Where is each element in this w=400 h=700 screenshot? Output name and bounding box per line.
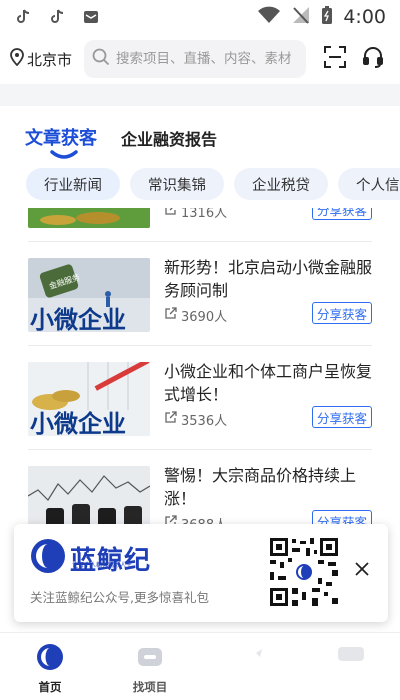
article-views: 1316人 xyxy=(181,208,228,221)
brand-tagline: 让每个人都有精彩人生 xyxy=(72,562,133,569)
chip-knowledge[interactable]: 常识集锦 xyxy=(130,168,224,200)
share-button[interactable]: 分享获客 xyxy=(311,208,372,220)
nav-label: 找项目 xyxy=(132,680,168,694)
city-selector[interactable]: 北京市 xyxy=(10,48,72,70)
share-count-icon xyxy=(164,307,177,324)
article-title: 新形势！北京启动小微金融服务顾问制 xyxy=(164,258,373,300)
header-divider xyxy=(0,84,400,106)
share-count-icon xyxy=(164,208,177,220)
thumb-caption: 小微企业 xyxy=(30,410,126,436)
chip-industry-news[interactable]: 行业新闻 xyxy=(26,168,120,200)
article-views: 3690人 xyxy=(181,310,228,325)
search-input[interactable] xyxy=(116,51,299,67)
location-pin-icon xyxy=(10,48,24,70)
article-title: 警惕！大宗商品价格持续上涨！ xyxy=(164,466,357,508)
article-thumbnail xyxy=(28,208,150,228)
city-label: 北京市 xyxy=(27,50,73,69)
status-bar: 4:00 xyxy=(0,0,400,34)
close-icon xyxy=(354,561,370,581)
promo-text: 关注蓝鲸纪公众号,更多惊喜礼包 xyxy=(30,590,209,605)
list-item[interactable]: 1316人 分享获客 xyxy=(28,208,372,242)
chip-personal[interactable]: 个人信 xyxy=(338,168,400,200)
chip-enterprise-tax-loan[interactable]: 企业税贷 xyxy=(234,168,328,200)
article-thumbnail: 小微企业 xyxy=(28,362,150,436)
qr-code xyxy=(268,536,340,608)
home-icon xyxy=(36,643,64,675)
article-title: 小微企业和个体工商户呈恢复式增长！ xyxy=(164,362,373,404)
placeholder-icon xyxy=(236,643,264,675)
category-chips: 行业新闻 常识集锦 企业税贷 个人信 xyxy=(0,168,400,208)
tiktok-icon xyxy=(48,8,66,26)
no-signal-icon xyxy=(291,6,311,28)
share-count-icon xyxy=(164,411,177,428)
nav-item-4[interactable] xyxy=(320,643,380,679)
whale-logo-icon xyxy=(30,538,66,578)
thumb-caption: 小微企业 xyxy=(30,306,126,332)
wifi-icon xyxy=(257,6,281,28)
article-meta: 3690人 xyxy=(164,306,227,325)
article-meta: 3536人 xyxy=(164,410,227,429)
tab-article-acquisition[interactable]: 文章获客 xyxy=(25,124,97,150)
scan-button[interactable] xyxy=(320,44,350,74)
follow-promo-card[interactable]: 蓝鲸纪 让每个人都有精彩人生 关注蓝鲸纪公众号,更多惊喜礼包 xyxy=(14,524,388,622)
tab-financing-report[interactable]: 企业融资报告 xyxy=(121,126,217,150)
bottom-navigation: 首页 找项目 xyxy=(0,632,400,700)
article-thumbnail: 金融服务 小微企业 xyxy=(28,258,150,332)
customer-service-button[interactable] xyxy=(358,44,388,74)
article-views: 3536人 xyxy=(181,414,228,429)
nav-find-project[interactable]: 找项目 xyxy=(120,643,180,695)
headset-icon xyxy=(362,46,384,72)
tiktok-icon xyxy=(14,8,32,26)
scan-icon xyxy=(324,46,347,72)
mail-icon xyxy=(82,8,100,26)
list-item[interactable]: 小微企业 小微企业和个体工商户呈恢复式增长！ 3536人 分享获客 xyxy=(28,346,372,450)
list-item[interactable]: 金融服务 小微企业 新形势！北京启动小微金融服务顾问制 3690人 分享获客 xyxy=(28,242,372,346)
close-button[interactable] xyxy=(351,560,373,582)
content-tabs: 文章获客 企业融资报告 xyxy=(0,106,400,162)
brand-name: 蓝鲸纪 xyxy=(70,545,152,576)
search-bar[interactable] xyxy=(84,40,307,78)
profile-icon xyxy=(336,643,364,675)
brand-logo: 蓝鲸纪 xyxy=(30,538,151,578)
nav-label: 首页 xyxy=(38,680,62,694)
active-tab-indicator xyxy=(50,150,78,159)
battery-icon xyxy=(321,5,333,29)
nav-item-3[interactable] xyxy=(220,643,280,679)
share-button[interactable]: 分享获客 xyxy=(311,302,372,324)
briefcase-icon xyxy=(136,643,164,675)
status-time: 4:00 xyxy=(343,6,386,28)
search-icon xyxy=(92,48,110,70)
nav-home[interactable]: 首页 xyxy=(20,643,80,695)
share-button[interactable]: 分享获客 xyxy=(311,406,372,428)
top-header: 北京市 xyxy=(0,34,400,84)
article-meta: 1316人 xyxy=(164,208,227,221)
